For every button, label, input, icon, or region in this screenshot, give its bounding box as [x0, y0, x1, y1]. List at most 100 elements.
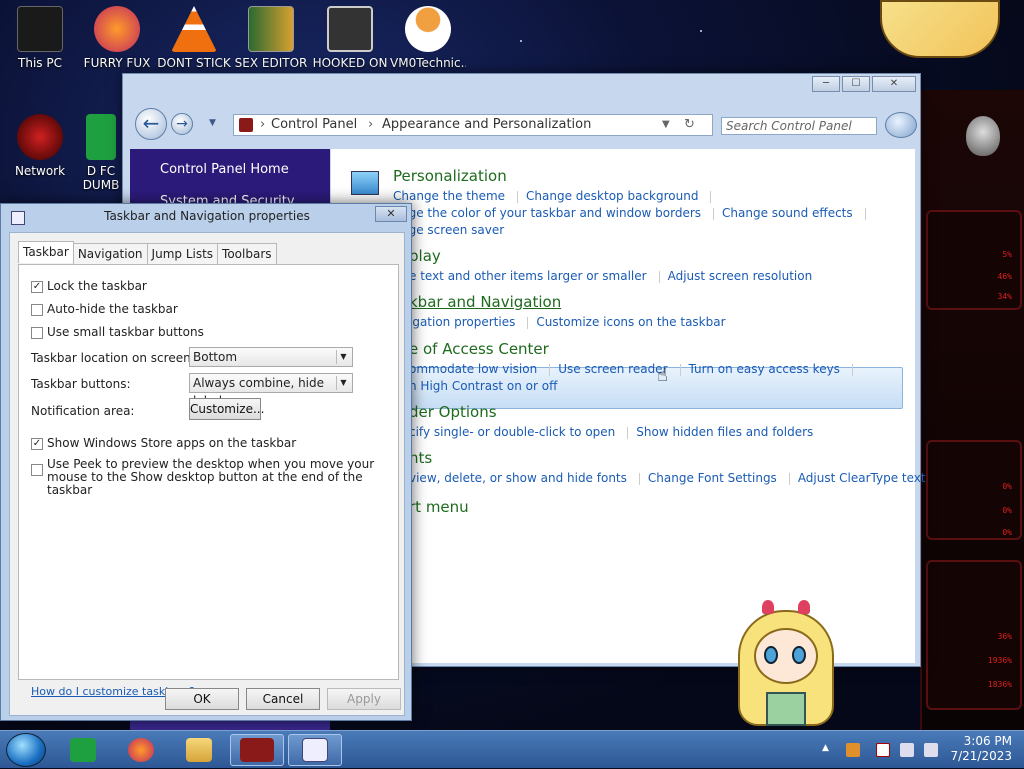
- link-font-settings[interactable]: Change Font Settings: [648, 470, 777, 487]
- buttons-dropdown[interactable]: Always combine, hide labels ▼: [189, 373, 353, 408]
- desktop-icon-furry-fux[interactable]: FURRY FUX: [79, 6, 155, 70]
- option-label: Show Windows Store apps on the taskbar: [47, 436, 297, 450]
- globe-icon[interactable]: [885, 112, 917, 138]
- breadcrumb-appearance[interactable]: Appearance and Personalization: [382, 115, 591, 135]
- taskbar-properties-dialog: Taskbar and Navigation properties ✕ Task…: [0, 203, 412, 721]
- maximize-button[interactable]: ☐: [842, 76, 870, 92]
- start-button[interactable]: [6, 733, 46, 767]
- sidebar-item-home[interactable]: Control Panel Home: [160, 162, 289, 177]
- tab-toolbars[interactable]: Toolbars: [217, 243, 277, 265]
- dialog-close-button[interactable]: ✕: [375, 206, 407, 222]
- address-dropdown-icon[interactable]: ▼: [662, 115, 670, 135]
- widget-value: 1936%: [987, 656, 1012, 665]
- refresh-icon[interactable]: ↻: [684, 115, 695, 135]
- back-arrow-icon[interactable]: ←: [135, 108, 167, 140]
- navigation-bar: ← → ▼ › Control Panel › Appearance and P…: [133, 108, 917, 142]
- desktop-icon-vm0technic[interactable]: VM0Technic...: [390, 6, 466, 70]
- link-low-vision[interactable]: ommodate low vision: [409, 361, 537, 378]
- dropdown-value: Bottom: [193, 350, 238, 364]
- breadcrumb-control-panel[interactable]: Control Panel: [271, 115, 357, 135]
- desktop-icon-this-pc[interactable]: This PC: [2, 6, 78, 70]
- chevron-down-icon: ▼: [336, 376, 350, 390]
- game-icon: [327, 6, 373, 52]
- taskbar-firefox[interactable]: [116, 734, 166, 766]
- autohide-checkbox[interactable]: [31, 304, 43, 316]
- link-access-keys[interactable]: Turn on easy access keys: [689, 361, 840, 378]
- buttons-label: Taskbar buttons:: [31, 377, 131, 391]
- widget-value: 0%: [1002, 528, 1012, 537]
- link-resolution[interactable]: Adjust screen resolution: [668, 268, 813, 285]
- category-title[interactable]: kbar and Navigation: [409, 293, 734, 311]
- link-screen-saver[interactable]: nge screen saver: [401, 222, 504, 239]
- desktop-icon-dont-stick[interactable]: DONT STICK: [156, 6, 232, 70]
- category-title[interactable]: rt menu: [409, 498, 469, 516]
- small-buttons-checkbox[interactable]: [31, 327, 43, 339]
- link-single-double-click[interactable]: cify single- or double-click to open: [409, 424, 615, 441]
- lock-taskbar-option[interactable]: ✓ Lock the taskbar: [31, 279, 147, 293]
- store-apps-option[interactable]: ✓ Show Windows Store apps on the taskbar: [31, 436, 296, 450]
- autohide-option[interactable]: Auto-hide the taskbar: [31, 302, 178, 316]
- link-cleartype[interactable]: Adjust ClearType text: [798, 470, 926, 487]
- link-navigation-properties[interactable]: igation properties: [409, 314, 515, 331]
- cancel-button[interactable]: Cancel: [246, 688, 320, 710]
- widget-value: 0%: [1002, 482, 1012, 491]
- app-icon: [70, 738, 96, 762]
- link-fonts[interactable]: view, delete, or show and hide fonts: [409, 470, 627, 487]
- close-button[interactable]: ✕: [872, 76, 916, 92]
- desktop-icon-hooked-on[interactable]: HOOKED ON: [312, 6, 388, 70]
- category-title[interactable]: play: [409, 247, 820, 265]
- show-hidden-icons-icon[interactable]: ▲: [822, 743, 829, 753]
- store-apps-checkbox[interactable]: ✓: [31, 438, 43, 450]
- link-screen-reader[interactable]: Use screen reader: [558, 361, 667, 378]
- category-personalization: Personalization Change the theme Change d…: [393, 167, 874, 239]
- location-dropdown[interactable]: Bottom ▼: [189, 347, 353, 367]
- lock-taskbar-checkbox[interactable]: ✓: [31, 281, 43, 293]
- peek-option[interactable]: Use Peek to preview the desktop when you…: [31, 458, 383, 497]
- window-controls: ─ ☐ ✕: [812, 76, 916, 92]
- minimize-button[interactable]: ─: [812, 76, 840, 92]
- customize-button[interactable]: Customize...: [189, 398, 264, 420]
- clock[interactable]: 3:06 PM 7/21/2023: [950, 734, 1012, 764]
- link-high-contrast[interactable]: n High Contrast on or off: [409, 378, 557, 395]
- apply-button[interactable]: Apply: [327, 688, 401, 710]
- category-title[interactable]: der Options: [409, 403, 821, 421]
- widget-value: 36%: [997, 632, 1012, 641]
- search-input[interactable]: Search Control Panel: [721, 117, 877, 135]
- small-buttons-option[interactable]: Use small taskbar buttons: [31, 325, 204, 339]
- breadcrumb-separator: ›: [260, 117, 266, 132]
- widget-block: 0% 0% 0%: [926, 440, 1022, 540]
- tray-app-icon[interactable]: [846, 743, 860, 757]
- link-customize-icons[interactable]: Customize icons on the taskbar: [536, 314, 725, 331]
- desktop-icon-network[interactable]: Network: [2, 114, 78, 178]
- tab-navigation[interactable]: Navigation: [72, 243, 148, 265]
- taskbar-explorer[interactable]: [174, 734, 224, 766]
- link-hidden-files[interactable]: Show hidden files and folders: [636, 424, 813, 441]
- address-bar[interactable]: › Control Panel › Appearance and Persona…: [233, 114, 713, 136]
- widget-value: 46%: [997, 272, 1012, 281]
- peek-checkbox[interactable]: [31, 464, 43, 476]
- link-text-size[interactable]: e text and other items larger or smaller: [409, 268, 647, 285]
- hand-cursor-icon: ☝: [657, 365, 668, 386]
- link-sound-effects[interactable]: Change sound effects: [722, 205, 853, 222]
- ok-button[interactable]: OK: [165, 688, 239, 710]
- network-icon[interactable]: [900, 743, 914, 757]
- volume-icon[interactable]: [924, 743, 938, 757]
- taskbar-app-dfc[interactable]: [58, 734, 108, 766]
- widget-value: 5%: [1002, 250, 1012, 259]
- breadcrumb-separator: ›: [368, 117, 374, 132]
- taskbar-control-panel[interactable]: [230, 734, 284, 766]
- action-center-icon[interactable]: [876, 743, 890, 757]
- desktop-icon-dfc-dumb[interactable]: D FC DUMB: [76, 114, 126, 192]
- category-title[interactable]: nts: [409, 449, 934, 467]
- forward-arrow-icon[interactable]: →: [171, 113, 193, 135]
- tab-jump-lists[interactable]: Jump Lists: [146, 243, 219, 265]
- category-title[interactable]: Personalization: [393, 167, 874, 185]
- taskbar-properties-dialog[interactable]: [288, 734, 342, 766]
- tab-taskbar[interactable]: Taskbar: [18, 241, 74, 263]
- widget-value: 1836%: [987, 680, 1012, 689]
- desktop-icon-sex-editor[interactable]: SEX EDITOR: [233, 6, 309, 70]
- recent-pages-chevron-icon[interactable]: ▼: [209, 118, 216, 128]
- link-taskbar-color[interactable]: nge the color of your taskbar and window…: [401, 205, 701, 222]
- category-title[interactable]: e of Access Center: [409, 340, 861, 358]
- link-desktop-background[interactable]: Change desktop background: [526, 188, 698, 205]
